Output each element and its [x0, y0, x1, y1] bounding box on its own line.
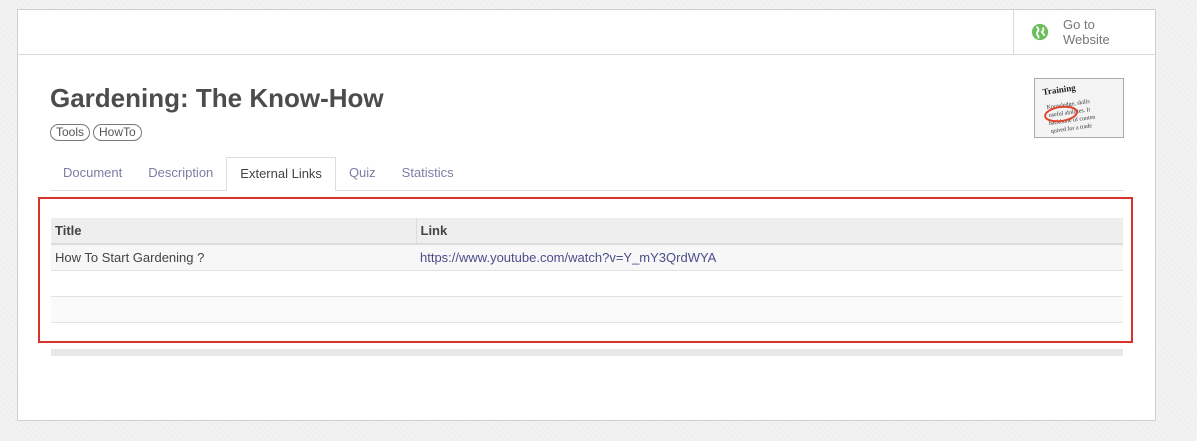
thumbnail-image: Training Knowledge, skills useful abilit… [1035, 79, 1123, 137]
tab-quiz[interactable]: Quiz [336, 157, 389, 189]
globe-icon [1031, 23, 1049, 41]
tag-list: Tools HowTo [50, 124, 142, 141]
go-to-website-label: Go to Website [1063, 17, 1110, 47]
tab-document[interactable]: Document [50, 157, 135, 189]
tab-external-links[interactable]: External Links [226, 157, 336, 191]
tag-howto[interactable]: HowTo [93, 124, 142, 141]
tab-description[interactable]: Description [135, 157, 226, 189]
table-footer-bar [51, 349, 1123, 356]
button-box: Go to Website [18, 10, 1155, 55]
form-sheet: Go to Website Gardening: The Know-How To… [17, 9, 1156, 421]
tab-statistics[interactable]: Statistics [389, 157, 467, 189]
tag-tools[interactable]: Tools [50, 124, 91, 141]
highlight-box [38, 197, 1133, 343]
training-thumbnail[interactable]: Training Knowledge, skills useful abilit… [1034, 78, 1124, 138]
record-title: Gardening: The Know-How [50, 83, 384, 113]
go-to-website-button[interactable]: Go to Website [1013, 10, 1155, 54]
notebook-tabs: Document Description External Links Quiz… [50, 157, 1124, 191]
